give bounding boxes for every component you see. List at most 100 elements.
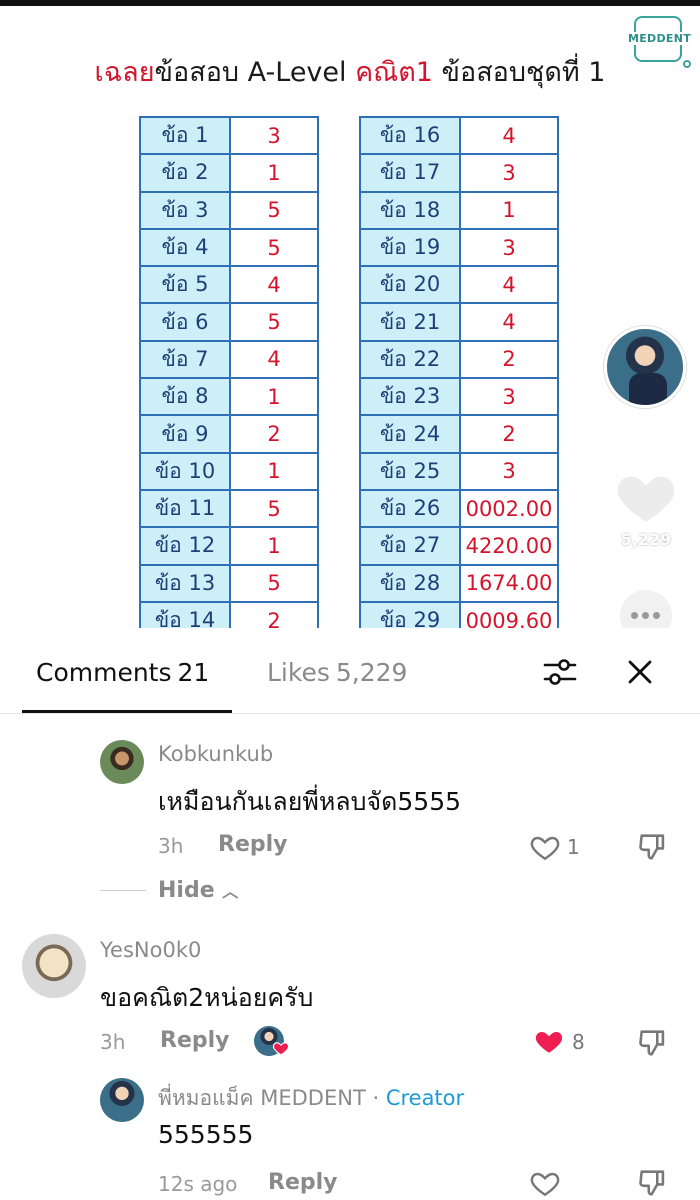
dislike-icon[interactable]: [636, 1026, 670, 1060]
answer-row: ข้อ 13 5: [139, 563, 319, 603]
dislike-icon[interactable]: [636, 830, 670, 864]
question-number: ข้อ 8: [139, 377, 231, 417]
question-number: ข้อ 10: [139, 451, 231, 491]
question-number: ข้อ 13: [139, 563, 231, 603]
heart-icon-liked[interactable]: [532, 1026, 566, 1058]
answer-value: 0009.60: [459, 600, 559, 628]
reply-button[interactable]: Reply: [160, 1028, 230, 1053]
question-number: ข้อ 22: [359, 339, 461, 380]
tab-comments-label: Comments: [36, 658, 172, 687]
heart-icon[interactable]: [528, 832, 562, 864]
answer-row: ข้อ 19 3: [359, 227, 559, 268]
question-number: ข้อ 3: [139, 190, 231, 230]
question-number: ข้อ 11: [139, 488, 231, 529]
heart-icon[interactable]: [528, 1168, 562, 1200]
answer-row: ข้อ 26 0002.00: [359, 488, 559, 529]
video-player[interactable]: เฉลยข้อสอบ A-Level คณิต1 ข้อสอบชุดที่ 1 …: [0, 0, 700, 628]
question-number: ข้อ 24: [359, 414, 461, 454]
answer-row: ข้อ 74: [139, 339, 319, 380]
answer-value: 1: [229, 153, 319, 193]
logo-stethoscope-icon: [683, 60, 691, 68]
answer-value: 5: [229, 227, 319, 268]
answer-value: 3: [459, 227, 559, 268]
tab-comments[interactable]: Comments 21: [36, 658, 209, 687]
answer-value: 4: [459, 115, 559, 156]
comment-time: 3h: [100, 1030, 126, 1054]
chevron-up-icon: ︿: [222, 882, 239, 901]
comment-time: 12s ago: [158, 1172, 238, 1196]
reply-button[interactable]: Reply: [218, 832, 288, 857]
answer-table-left: ข้อ 1 3 ข้อ 2 1 ข้อ 3 5 ข้อ 4 5 ข้อ 5 4 ข้อ 6 5 ข้อ …: [139, 115, 319, 628]
creator-badge: Creator: [385, 1086, 465, 1110]
like-count: 5,229: [620, 530, 672, 549]
answer-row: ข้อ 22 2: [359, 339, 559, 380]
answer-row: ข้อ 54: [139, 265, 319, 305]
username-separator: ·: [365, 1086, 386, 1110]
logo-text: MEDDENT: [628, 32, 692, 45]
comment-username[interactable]: YesNo0k0: [100, 938, 201, 962]
answer-value: 4: [459, 265, 559, 305]
answer-value: 1: [229, 377, 319, 417]
question-number: ข้อ 4: [139, 227, 231, 268]
question-number: ข้อ 6: [139, 302, 231, 342]
answer-value: 5: [229, 563, 319, 603]
answer-row: ข้อ 12 1: [139, 526, 319, 566]
comment-time: 3h: [158, 834, 184, 858]
question-number: ข้อ 23: [359, 377, 461, 417]
answer-value: 1: [229, 526, 319, 566]
answer-value: 1674.00: [459, 563, 559, 603]
answer-row: ข้อ 14 2: [139, 600, 319, 628]
question-number: ข้อ 21: [359, 302, 461, 342]
answer-row: ข้อ 29 0009.60: [359, 600, 559, 628]
like-heart-icon[interactable]: [614, 466, 678, 530]
avatar-yesno0k0[interactable]: [22, 934, 86, 998]
answer-value: 0002.00: [459, 488, 559, 529]
answer-value: 4: [459, 302, 559, 342]
answer-value: 1: [229, 451, 319, 491]
question-number: ข้อ 14: [139, 600, 231, 628]
answer-row: ข้อ 25 3: [359, 451, 559, 491]
comment-username[interactable]: Kobkunkub: [158, 742, 273, 766]
question-number: ข้อ 9: [139, 414, 231, 454]
answer-row: ข้อ 11 5: [139, 488, 319, 529]
answer-row: ข้อ 10 1: [139, 451, 319, 491]
tab-comments-count: 21: [177, 658, 210, 687]
tab-likes[interactable]: Likes 5,229: [267, 658, 407, 687]
reply-button[interactable]: Reply: [268, 1170, 338, 1195]
comment-text: 555555: [158, 1120, 254, 1149]
comment-text: เหมือนกันเลยพี่หลบจัด5555: [158, 787, 462, 816]
answer-value: 2: [459, 414, 559, 454]
top-edge: [0, 0, 700, 6]
answer-row: ข้อ 17 3: [359, 153, 559, 193]
answer-row: ข้อ 92: [139, 414, 319, 454]
answer-value: 3: [459, 451, 559, 491]
answer-value: 3: [229, 115, 319, 156]
answer-row: ข้อ 20 4: [359, 265, 559, 305]
active-tab-indicator: [22, 710, 232, 713]
answer-row: ข้อ 16 4: [359, 115, 559, 156]
answer-row: ข้อ 21 4: [359, 302, 559, 342]
question-number: ข้อ 2: [139, 153, 231, 193]
question-number: ข้อ 29: [359, 600, 461, 628]
answer-row: ข้อ 35: [139, 190, 319, 230]
answer-value: 5: [229, 190, 319, 230]
more-options-icon[interactable]: [620, 590, 672, 628]
question-number: ข้อ 26: [359, 488, 461, 529]
question-number: ข้อ 17: [359, 153, 461, 193]
answer-row: ข้อ 81: [139, 377, 319, 417]
tab-likes-label: Likes: [267, 658, 330, 687]
filter-icon[interactable]: [540, 652, 580, 692]
answer-row: ข้อ 18 1: [359, 190, 559, 230]
hide-replies-button[interactable]: Hide ︿: [158, 878, 238, 903]
comment-username-row: พี่หมอแม็ค MEDDENT · Creator: [158, 1082, 464, 1115]
creator-avatar[interactable]: [604, 326, 686, 408]
answer-value: 3: [459, 377, 559, 417]
close-icon[interactable]: [620, 652, 660, 692]
hide-divider: [100, 890, 146, 891]
avatar-creator[interactable]: [100, 1078, 144, 1122]
answer-value: 3: [459, 153, 559, 193]
comment-username[interactable]: พี่หมอแม็ค MEDDENT: [158, 1086, 366, 1110]
avatar-kobkunkub[interactable]: [100, 740, 144, 784]
dislike-icon[interactable]: [636, 1166, 670, 1200]
question-number: ข้อ 12: [139, 526, 231, 566]
